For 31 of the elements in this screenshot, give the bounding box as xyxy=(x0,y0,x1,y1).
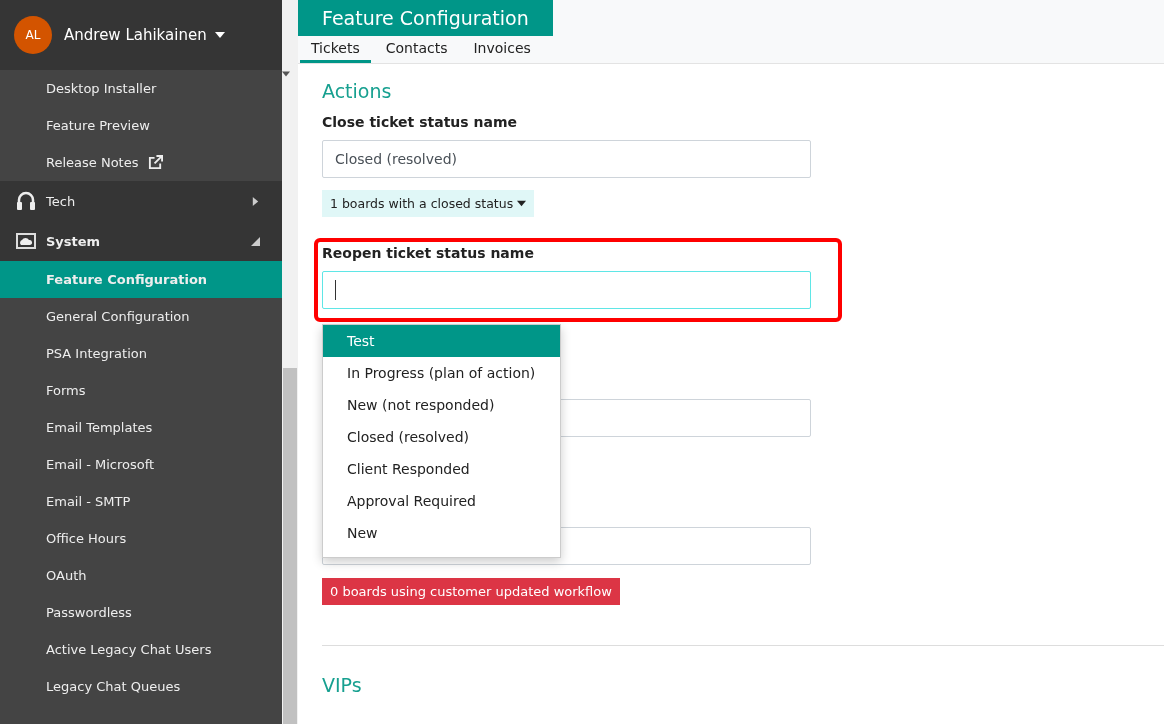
headset-icon xyxy=(16,190,36,212)
tab[interactable]: Invoices xyxy=(462,36,542,63)
dropdown-option[interactable]: Closed (resolved) xyxy=(323,421,560,453)
cloud-icon xyxy=(16,233,36,249)
dropdown-option[interactable]: In Progress (plan of action) xyxy=(323,357,560,389)
tab[interactable]: Tickets xyxy=(300,36,371,63)
tab[interactable]: Contacts xyxy=(374,36,459,63)
section-heading: Actions xyxy=(322,80,393,102)
workflow-badge: 0 boards using customer updated workflow xyxy=(322,578,620,605)
expand-icon xyxy=(251,196,260,206)
caret-icon xyxy=(214,30,225,40)
field-label: Close ticket status name xyxy=(322,114,518,130)
external-link-icon xyxy=(148,155,164,170)
section-heading: VIPs xyxy=(322,674,363,696)
input-field[interactable]: Closed (resolved) xyxy=(322,140,811,178)
page-title: Feature Configuration xyxy=(298,0,553,37)
collapse-icon xyxy=(251,236,260,246)
boards-dropdown[interactable]: 1 boards with a closed status xyxy=(322,190,535,217)
caret-icon xyxy=(517,199,527,208)
sidebar-group[interactable]: System xyxy=(0,221,282,261)
dropdown-option[interactable]: Client Responded xyxy=(323,453,560,485)
dropdown-option[interactable]: Test xyxy=(323,325,560,357)
dropdown-option[interactable]: Approval Required xyxy=(323,485,560,517)
scrollbar[interactable] xyxy=(282,0,298,724)
user-menu[interactable]: Andrew Lahikainen xyxy=(64,26,225,44)
sidebar-group[interactable]: Tech xyxy=(0,181,282,221)
input-field[interactable] xyxy=(322,271,811,309)
dropdown-option[interactable]: New xyxy=(323,517,560,549)
field-label: Reopen ticket status name xyxy=(322,245,535,261)
user-avatar: AL xyxy=(14,16,52,54)
dropdown-option[interactable]: New (not responded) xyxy=(323,389,560,421)
